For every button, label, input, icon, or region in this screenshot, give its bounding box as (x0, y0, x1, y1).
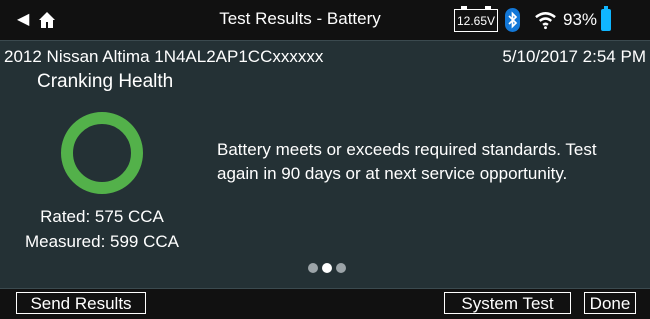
top-bar: ◀ Test Results - Battery 12.65V 93% (0, 0, 650, 41)
battery-icon (601, 6, 612, 31)
test-results-screen: ◀ Test Results - Battery 12.65V 93% 2012… (0, 0, 650, 319)
back-arrow-icon[interactable]: ◀ (17, 11, 29, 29)
done-button[interactable]: Done (584, 292, 636, 314)
page-dot[interactable] (322, 263, 332, 273)
vehicle-info: 2012 Nissan Altima 1N4AL2AP1CCxxxxxx (4, 47, 324, 66)
status-area: 12.65V 93% (454, 5, 612, 35)
battery-percent: 93% (563, 10, 598, 29)
window-title: Test Results - Battery (219, 9, 381, 28)
page-indicator[interactable] (308, 263, 346, 273)
navigation: ◀ (17, 11, 57, 29)
result-message: Battery meets or exceeds required standa… (217, 140, 597, 183)
section-title: Cranking Health (37, 71, 174, 92)
bluetooth-icon (505, 8, 520, 32)
footer-bar: Send Results System Test Done (0, 288, 650, 319)
wifi-icon (535, 12, 556, 30)
voltage-indicator: 12.65V (454, 5, 498, 32)
send-results-button[interactable]: Send Results (16, 292, 146, 314)
health-status-ring (61, 112, 143, 194)
date-time: 5/10/2017 2:54 PM (502, 47, 646, 66)
measured-cca: Measured: 599 CCA (24, 232, 180, 251)
system-test-button[interactable]: System Test (444, 292, 571, 314)
page-dot[interactable] (308, 263, 318, 273)
home-icon[interactable] (37, 11, 57, 29)
page-dot[interactable] (336, 263, 346, 273)
rated-cca: Rated: 575 CCA (40, 207, 164, 226)
